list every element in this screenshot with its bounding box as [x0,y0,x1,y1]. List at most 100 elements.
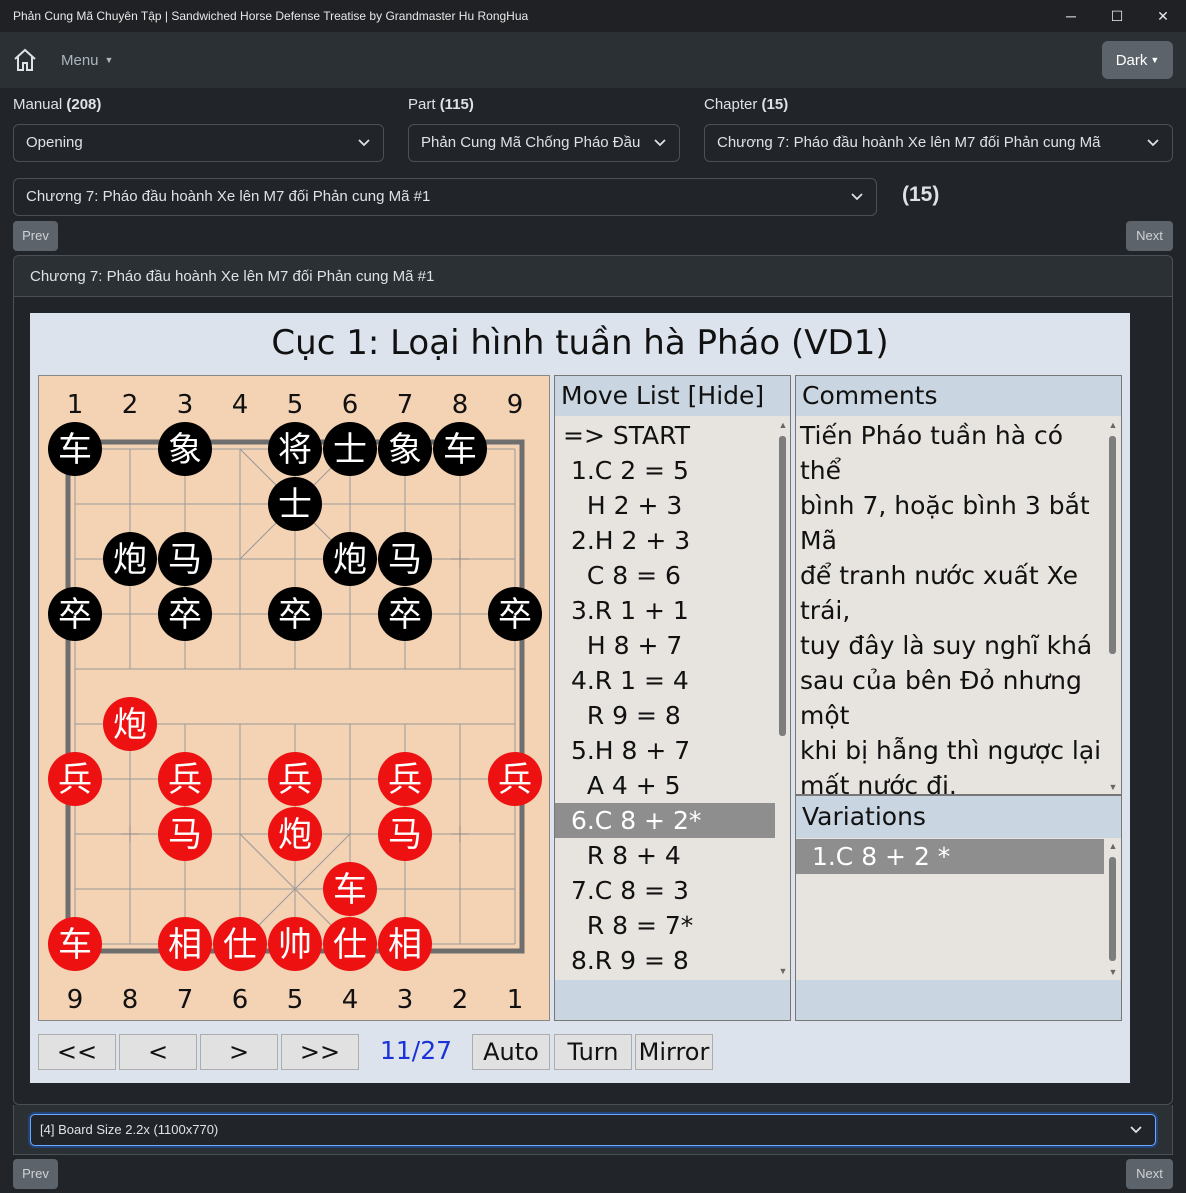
move-item[interactable]: R 9 = 8 [555,698,775,733]
turn-board-button[interactable]: Turn [554,1034,632,1070]
mirror-board-button[interactable]: Mirror [635,1034,713,1070]
scroll-down-icon[interactable]: ▼ [1106,967,1120,977]
variations-scrollbar[interactable]: ▲ ▼ [1106,839,1120,979]
scroll-up-icon[interactable]: ▲ [1106,841,1120,851]
game-select[interactable]: Chương 7: Pháo đầu hoành Xe lên M7 đối P… [13,178,877,216]
auto-play-button[interactable]: Auto [472,1034,550,1070]
red-piece[interactable]: 仕 [323,917,377,971]
comment-line: Tiến Pháo tuần hà có thể [800,421,1064,485]
black-piece[interactable]: 卒 [378,587,432,641]
home-icon[interactable] [12,48,38,72]
scroll-up-icon[interactable]: ▲ [776,420,790,430]
move-item[interactable]: H 8 + 7 [555,628,775,663]
move-list-scrollbar[interactable]: ▲ ▼ [776,418,790,978]
move-item[interactable]: => START [555,418,775,453]
black-piece[interactable]: 车 [48,422,102,476]
scroll-down-icon[interactable]: ▼ [1106,782,1120,792]
black-piece[interactable]: 卒 [158,587,212,641]
move-item[interactable]: 4.R 1 = 4 [555,663,775,698]
scroll-down-icon[interactable]: ▼ [776,966,790,976]
black-piece[interactable]: 炮 [323,532,377,586]
black-piece[interactable]: 车 [433,422,487,476]
red-piece[interactable]: 马 [378,807,432,861]
move-item[interactable]: 1.C 2 = 5 [555,453,775,488]
prev-move-button[interactable]: < [119,1034,197,1070]
move-item[interactable]: 2.H 2 + 3 [555,523,775,558]
black-piece[interactable]: 卒 [268,587,322,641]
point-marker [451,550,469,568]
red-piece[interactable]: 兵 [488,752,542,806]
move-item[interactable]: H 2 + 3 [555,488,775,523]
black-piece[interactable]: 士 [268,477,322,531]
red-piece[interactable]: 兵 [378,752,432,806]
black-piece[interactable]: 卒 [48,587,102,641]
red-piece[interactable]: 兵 [48,752,102,806]
red-piece[interactable]: 兵 [268,752,322,806]
red-piece[interactable]: 炮 [268,807,322,861]
file-number-bottom: 5 [287,985,304,1015]
variation-item[interactable]: 1.C 8 + 2 * [796,839,1104,874]
variations-header: Variations [796,796,1121,838]
xiangqi-board[interactable]: 123456789987654321车象将士象车士炮马炮马卒卒卒卒卒炮兵兵兵兵兵… [38,375,550,1021]
piece-label: 车 [333,870,367,910]
menu-dropdown[interactable]: Menu ▼ [61,52,113,69]
board-size-select[interactable]: [4] Board Size 2.2x (1100x770) [30,1114,1156,1146]
scroll-thumb[interactable] [1109,436,1116,654]
move-item[interactable]: 8.R 9 = 8 [555,943,775,978]
piece-label: 将 [278,430,312,470]
black-piece[interactable]: 象 [378,422,432,476]
move-item[interactable]: R 8 = 7* [555,908,775,943]
piece-label: 马 [388,540,422,580]
red-piece[interactable]: 仕 [213,917,267,971]
red-piece[interactable]: 帅 [268,917,322,971]
black-piece[interactable]: 象 [158,422,212,476]
black-piece[interactable]: 将 [268,422,322,476]
file-number-top: 7 [397,390,414,420]
red-piece[interactable]: 马 [158,807,212,861]
piece-label: 象 [388,430,422,470]
move-item[interactable]: 5.H 8 + 7 [555,733,775,768]
move-item[interactable]: C 8 = 6 [555,558,775,593]
prev-button-bottom[interactable]: Prev [13,1159,58,1189]
last-move-button[interactable]: >> [281,1034,359,1070]
move-item[interactable]: A 4 + 5 [555,768,775,803]
manual-select[interactable]: Opening [13,124,384,162]
black-piece[interactable]: 炮 [103,532,157,586]
move-item[interactable]: 7.C 8 = 3 [555,873,775,908]
move-item[interactable]: 6.C 8 + 2* [555,803,775,838]
red-piece[interactable]: 车 [323,862,377,916]
black-piece[interactable]: 马 [158,532,212,586]
next-button-bottom[interactable]: Next [1126,1159,1173,1189]
black-piece[interactable]: 士 [323,422,377,476]
next-button[interactable]: Next [1126,221,1173,251]
next-move-button[interactable]: > [200,1034,278,1070]
piece-label: 卒 [58,595,92,635]
part-select[interactable]: Phản Cung Mã Chống Pháo Đầu [408,124,680,162]
minimize-button[interactable]: ─ [1048,0,1094,33]
first-move-button[interactable]: << [38,1034,116,1070]
red-piece[interactable]: 兵 [158,752,212,806]
move-item[interactable]: 3.R 1 + 1 [555,593,775,628]
move-list-header[interactable]: Move List [Hide] [555,376,790,416]
move-item[interactable]: R 8 + 4 [555,838,775,873]
board-canvas[interactable]: 1 2 3 4 5 6 7 8 99 8 7 6 5 4 3 2 1车象将士象车士炮马炮马卒卒卒卒卒炮兵兵兵兵兵… [39,376,551,1022]
red-piece[interactable]: 炮 [103,697,157,751]
manual-count: (208) [66,96,102,113]
theme-dropdown-button[interactable]: Dark ▼ [1102,41,1173,79]
scroll-thumb[interactable] [779,436,786,736]
prev-button[interactable]: Prev [13,221,58,251]
scroll-up-icon[interactable]: ▲ [1106,420,1120,430]
close-button[interactable]: ✕ [1140,0,1186,33]
red-piece[interactable]: 相 [378,917,432,971]
variations-footer [796,980,1121,1020]
piece-label: 兵 [278,760,312,800]
black-piece[interactable]: 卒 [488,587,542,641]
red-piece[interactable]: 相 [158,917,212,971]
black-piece[interactable]: 马 [378,532,432,586]
maximize-button[interactable]: ☐ [1094,0,1140,33]
red-piece[interactable]: 车 [48,917,102,971]
manual-label-text: Manual [13,96,63,113]
comments-scrollbar[interactable]: ▲ ▼ [1106,418,1120,794]
scroll-thumb[interactable] [1109,857,1116,961]
chapter-select[interactable]: Chương 7: Pháo đầu hoành Xe lên M7 đối P… [704,124,1173,162]
